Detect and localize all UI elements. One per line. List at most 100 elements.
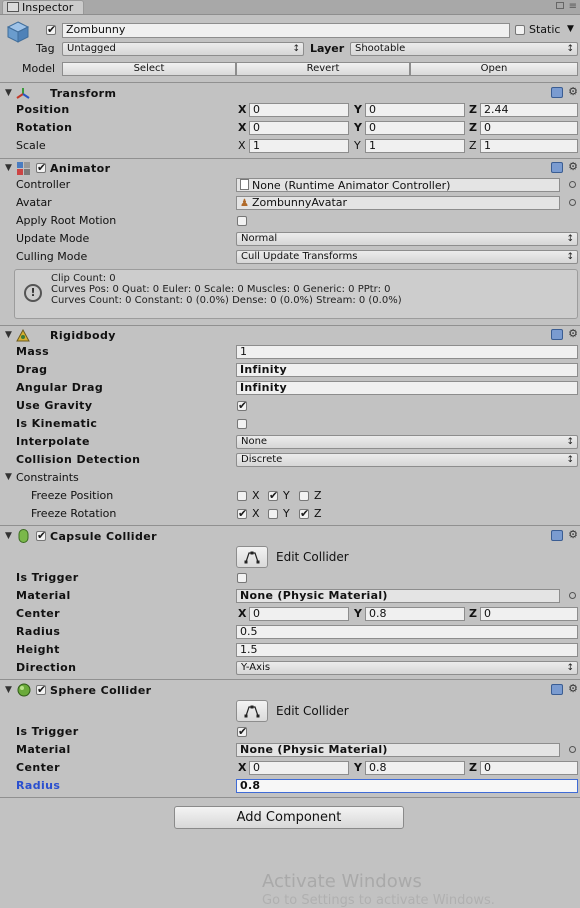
sphere-edit-collider-button[interactable] — [236, 700, 268, 722]
rotation-y-field[interactable]: 0 — [365, 121, 465, 135]
add-component-button[interactable]: Add Component — [174, 806, 404, 829]
sphere-center-y-field[interactable]: 0.8 — [365, 761, 465, 775]
rotation-x-field[interactable]: 0 — [249, 121, 349, 135]
rotation-z-field[interactable]: 0 — [480, 121, 578, 135]
capsule-direction-dropdown[interactable]: Y-Axis — [236, 661, 578, 675]
animator-help-icon[interactable] — [551, 162, 563, 173]
tab-menu-icon[interactable]: ≡ — [569, 1, 577, 12]
rigidbody-title: Rigidbody — [50, 329, 116, 342]
model-select-button[interactable]: Select — [62, 62, 236, 76]
angular-drag-field[interactable]: Infinity — [236, 381, 578, 395]
sphere-enabled-checkbox[interactable] — [36, 683, 46, 696]
avatar-picker-icon[interactable] — [569, 199, 576, 206]
scale-x-axis: X — [238, 139, 246, 152]
rigidbody-gear-icon[interactable]: ⚙ — [568, 327, 578, 340]
capsule-center-y-field[interactable]: 0.8 — [365, 607, 465, 621]
freeze-position-y-checkbox[interactable] — [268, 489, 278, 502]
position-y-field[interactable]: 0 — [365, 103, 465, 117]
sphere-gear-icon[interactable]: ⚙ — [568, 682, 578, 695]
interpolate-dropdown[interactable]: None — [236, 435, 578, 449]
capsule-help-icon[interactable] — [551, 530, 563, 541]
capsule-fold-icon[interactable]: ▼ — [5, 531, 12, 541]
divider — [0, 82, 580, 83]
sphere-fold-icon[interactable]: ▼ — [5, 685, 12, 695]
scale-z-field[interactable]: 1 — [480, 139, 578, 153]
controller-picker-icon[interactable] — [569, 181, 576, 188]
sphere-radius-label: Radius — [16, 779, 61, 792]
scale-x-field[interactable]: 1 — [249, 139, 349, 153]
freeze-rotation-y-label: Y — [283, 507, 290, 520]
is-kinematic-checkbox[interactable] — [237, 419, 247, 429]
capsule-is-trigger-checkbox[interactable] — [237, 573, 247, 583]
capsule-material-field[interactable]: None (Physic Material) — [236, 589, 560, 603]
freeze-position-z-checkbox[interactable] — [299, 491, 309, 501]
capsule-enabled-checkbox[interactable] — [36, 529, 46, 542]
sphere-radius-field[interactable]: 0.8 — [236, 779, 578, 793]
freeze-position-x-checkbox[interactable] — [237, 491, 247, 501]
tab-inspector[interactable]: Inspector — [2, 0, 84, 14]
constraints-fold-icon[interactable]: ▼ — [5, 472, 12, 482]
sphere-center-z-field[interactable]: 0 — [480, 761, 578, 775]
inspector-icon — [7, 2, 19, 12]
collision-detection-dropdown[interactable]: Discrete — [236, 453, 578, 467]
capsule-center-x-field[interactable]: 0 — [249, 607, 349, 621]
drag-field[interactable]: Infinity — [236, 363, 578, 377]
tag-label: Tag — [36, 42, 55, 55]
freeze-rotation-z-checkbox[interactable] — [299, 507, 309, 520]
transform-fold-icon[interactable]: ▼ — [5, 88, 12, 98]
freeze-rotation-y-checkbox[interactable] — [268, 509, 278, 519]
transform-help-icon[interactable] — [551, 87, 563, 98]
static-dropdown-arrow-icon[interactable]: ▼ — [567, 24, 574, 34]
freeze-rotation-x-checkbox[interactable] — [237, 507, 247, 520]
object-name-field[interactable]: Zombunny — [62, 23, 510, 38]
capsule-center-z-axis: Z — [469, 607, 477, 620]
layer-dropdown[interactable]: Shootable — [350, 42, 578, 56]
model-revert-button[interactable]: Revert — [236, 62, 410, 76]
interpolate-label: Interpolate — [16, 435, 90, 448]
animator-enabled-checkbox[interactable] — [36, 161, 46, 174]
transform-gear-icon[interactable]: ⚙ — [568, 85, 578, 98]
sphere-center-x-field[interactable]: 0 — [249, 761, 349, 775]
capsule-radius-field[interactable]: 0.5 — [236, 625, 578, 639]
controller-label: Controller — [16, 178, 71, 191]
culling-mode-dropdown[interactable]: Cull Update Transforms — [236, 250, 578, 264]
sphere-material-picker-icon[interactable] — [569, 746, 576, 753]
capsule-height-field[interactable]: 1.5 — [236, 643, 578, 657]
controller-field[interactable]: None (Runtime Animator Controller) — [236, 178, 560, 192]
sphere-center-z-axis: Z — [469, 761, 477, 774]
mass-field[interactable]: 1 — [236, 345, 578, 359]
rigidbody-help-icon[interactable] — [551, 329, 563, 340]
capsule-radius-label: Radius — [16, 625, 61, 638]
activate-windows-subtext: Go to Settings to activate Windows. — [262, 893, 495, 908]
capsule-direction-label: Direction — [16, 661, 77, 674]
model-open-button[interactable]: Open — [410, 62, 578, 76]
sphere-icon — [17, 683, 31, 700]
rigidbody-fold-icon[interactable]: ▼ — [5, 330, 12, 340]
position-z-field[interactable]: 2.44 — [480, 103, 578, 117]
sphere-material-field[interactable]: None (Physic Material) — [236, 743, 560, 757]
position-x-field[interactable]: 0 — [249, 103, 349, 117]
capsule-gear-icon[interactable]: ⚙ — [568, 528, 578, 541]
active-checkbox[interactable] — [46, 23, 56, 36]
capsule-center-z-field[interactable]: 0 — [480, 607, 578, 621]
apply-root-motion-checkbox[interactable] — [237, 216, 247, 226]
info-icon: ! — [24, 284, 42, 302]
avatar-field[interactable]: ♟ ZombunnyAvatar — [236, 196, 560, 210]
lock-icon[interactable] — [556, 2, 564, 9]
tag-dropdown[interactable]: Untagged — [62, 42, 304, 56]
sphere-is-trigger-checkbox[interactable] — [237, 725, 247, 738]
sphere-center-y-axis: Y — [354, 761, 362, 774]
animator-gear-icon[interactable]: ⚙ — [568, 160, 578, 173]
static-checkbox[interactable] — [515, 25, 525, 35]
use-gravity-checkbox[interactable] — [237, 399, 247, 412]
rigidbody-icon — [16, 328, 30, 345]
capsule-material-label: Material — [16, 589, 71, 602]
gameobject-icon — [6, 20, 30, 44]
scale-y-field[interactable]: 1 — [365, 139, 465, 153]
capsule-material-picker-icon[interactable] — [569, 592, 576, 599]
capsule-edit-collider-button[interactable] — [236, 546, 268, 568]
update-mode-dropdown[interactable]: Normal — [236, 232, 578, 246]
sphere-help-icon[interactable] — [551, 684, 563, 695]
edit-collider-icon — [244, 551, 260, 564]
animator-fold-icon[interactable]: ▼ — [5, 163, 12, 173]
